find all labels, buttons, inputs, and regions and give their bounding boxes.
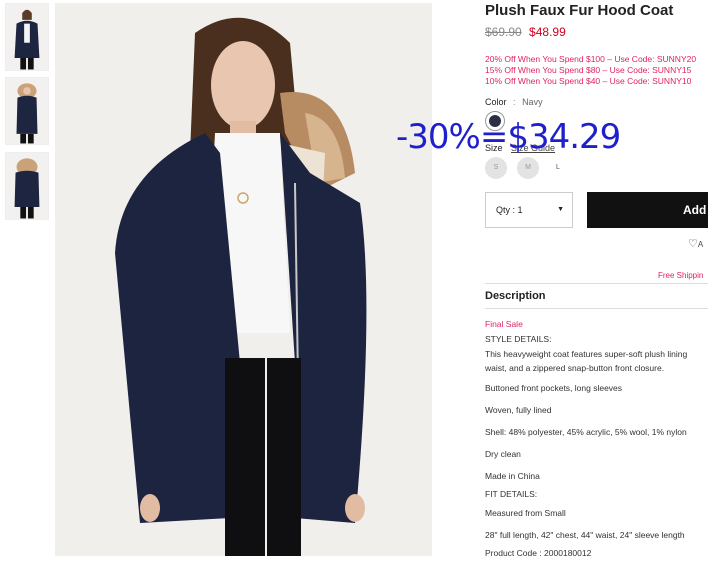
final-sale-label: Final Sale [485, 319, 523, 329]
style-line: This heavyweight coat features super-sof… [485, 349, 688, 359]
style-line: waist, and a zippered snap-button front … [485, 363, 665, 373]
promo-line: 15% Off When You Spend $80 – Use Code: S… [485, 65, 692, 75]
promo-line: 10% Off When You Spend $40 – Use Code: S… [485, 76, 692, 86]
detail-line: Dry clean [485, 449, 521, 459]
thumbnail-side-image [6, 78, 48, 144]
fit-line: Measured from Small [485, 508, 566, 518]
product-title: Plush Faux Fur Hood Coat [485, 2, 674, 19]
size-option-m[interactable]: M [517, 157, 539, 179]
product-code: Product Code : 2000180012 [485, 548, 592, 558]
detail-line: Made in China [485, 471, 540, 481]
style-details-header: STYLE DETAILS: [485, 334, 552, 344]
heart-icon: ♡ [688, 238, 698, 250]
size-option-s[interactable]: S [485, 157, 507, 179]
caret-down-icon: ▼ [557, 206, 564, 213]
original-price: $69.90 [485, 25, 522, 39]
color-value: Navy [522, 97, 543, 107]
model-illustration [55, 3, 432, 556]
quantity-value: Qty : 1 [496, 205, 523, 215]
detail-line: Woven, fully lined [485, 405, 552, 415]
quantity-select[interactable]: Qty : 1 ▼ [485, 192, 573, 228]
price-row: $69.90 $48.99 [485, 25, 566, 39]
free-shipping-text: Free Shippin [658, 271, 704, 280]
wishlist-link[interactable]: ♡A [688, 237, 703, 250]
color-label: Color [485, 97, 507, 107]
promo-line: 20% Off When You Spend $100 – Use Code: … [485, 54, 697, 64]
fit-line: 28" full length, 42" chest, 44" waist, 2… [485, 530, 685, 540]
size-option-l[interactable]: L [547, 157, 569, 179]
divider [485, 308, 708, 309]
add-button-label: Add [683, 203, 707, 217]
discount-overlay-text: -30%=$34.29 [396, 117, 621, 157]
detail-line: Buttoned front pockets, long sleeves [485, 383, 623, 393]
color-row: Color : Navy [485, 97, 543, 107]
fit-details-header: FIT DETAILS: [485, 489, 538, 499]
product-main-image[interactable] [55, 3, 432, 556]
wishlist-label: A [697, 240, 704, 249]
description-title: Description [485, 290, 546, 302]
thumbnail-back[interactable] [5, 152, 49, 220]
thumbnail-back-image [6, 153, 48, 219]
thumbnail-front-image [6, 4, 48, 70]
detail-line: Shell: 48% polyester, 45% acrylic, 5% wo… [485, 427, 687, 437]
thumbnail-front[interactable] [5, 3, 49, 71]
promo-list: 20% Off When You Spend $100 – Use Code: … [485, 54, 696, 87]
thumbnail-side[interactable] [5, 77, 49, 145]
color-separator: : [513, 97, 516, 107]
divider [485, 283, 708, 284]
add-to-bag-button[interactable]: Add [587, 192, 708, 228]
sale-price: $48.99 [529, 25, 566, 39]
